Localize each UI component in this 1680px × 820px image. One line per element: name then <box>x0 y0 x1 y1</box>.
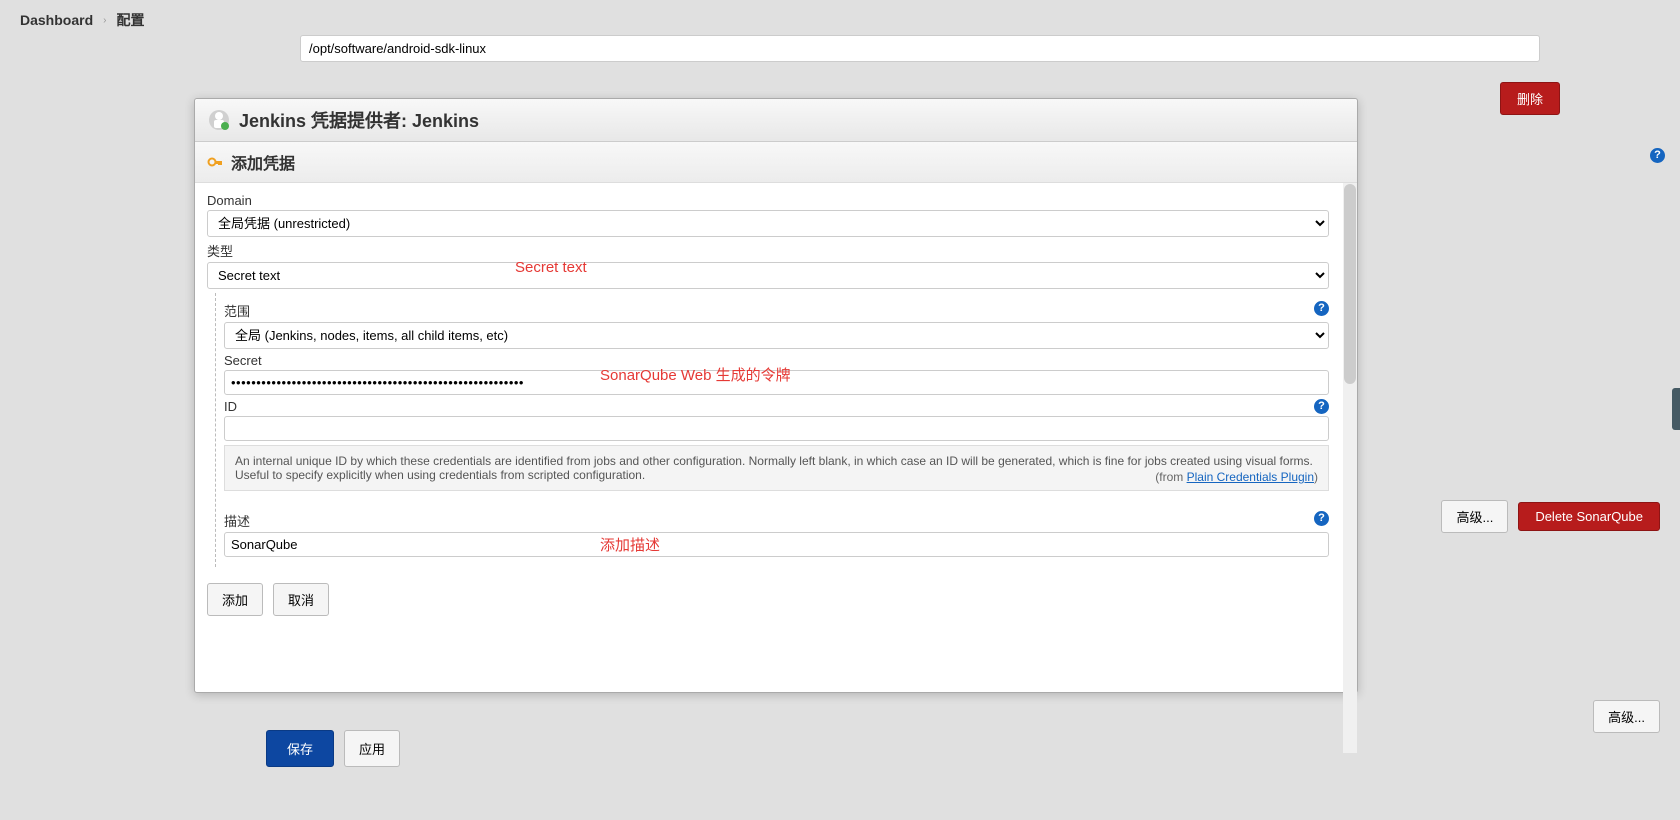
modal-title: Jenkins 凭据提供者: Jenkins <box>239 107 479 133</box>
apply-button[interactable]: 应用 <box>344 730 400 767</box>
add-credentials-modal: Jenkins 凭据提供者: Jenkins 添加凭据 Domain 全局凭据 … <box>194 98 1358 693</box>
add-button[interactable]: 添加 <box>207 583 263 616</box>
modal-subheader: 添加凭据 <box>195 142 1357 183</box>
key-icon <box>207 154 223 170</box>
id-input[interactable] <box>224 416 1329 441</box>
description-label: 描述 <box>224 511 1329 530</box>
type-select[interactable]: Secret text <box>207 262 1329 289</box>
scope-select[interactable]: 全局 (Jenkins, nodes, items, all child ite… <box>224 322 1329 349</box>
modal-scrollbar[interactable] <box>1343 183 1357 753</box>
side-tab-handle[interactable] <box>1672 388 1680 430</box>
advanced-button-2[interactable]: 高级... <box>1593 700 1660 733</box>
help-icon[interactable]: ? <box>1314 301 1329 316</box>
secret-input[interactable] <box>224 370 1329 395</box>
help-icon[interactable]: ? <box>1650 148 1665 163</box>
cancel-button[interactable]: 取消 <box>273 583 329 616</box>
domain-select[interactable]: 全局凭据 (unrestricted) <box>207 210 1329 237</box>
plain-credentials-plugin-link[interactable]: Plain Credentials Plugin <box>1187 470 1314 484</box>
description-input[interactable] <box>224 532 1329 557</box>
modal-subtitle: 添加凭据 <box>231 150 295 174</box>
delete-button[interactable]: 删除 <box>1500 82 1560 115</box>
help-icon[interactable]: ? <box>1314 511 1329 526</box>
save-button[interactable]: 保存 <box>266 730 334 767</box>
scope-label: 范围 <box>224 301 1329 320</box>
breadcrumb-dashboard[interactable]: Dashboard <box>20 12 93 28</box>
delete-sonarqube-button[interactable]: Delete SonarQube <box>1518 502 1660 531</box>
advanced-button[interactable]: 高级... <box>1441 500 1508 533</box>
id-help-text: An internal unique ID by which these cre… <box>224 445 1329 491</box>
secret-label: Secret <box>224 353 1329 368</box>
breadcrumb-config[interactable]: 配置 <box>116 10 144 30</box>
help-icon[interactable]: ? <box>1314 399 1329 414</box>
domain-label: Domain <box>207 193 1329 208</box>
modal-header: Jenkins 凭据提供者: Jenkins <box>195 99 1357 142</box>
id-label: ID <box>224 399 1329 414</box>
scrollbar-thumb[interactable] <box>1344 184 1356 384</box>
type-label: 类型 <box>207 241 1329 260</box>
android-sdk-path-input[interactable] <box>300 35 1540 62</box>
chevron-right-icon: › <box>103 15 106 26</box>
jenkins-icon <box>207 108 231 132</box>
